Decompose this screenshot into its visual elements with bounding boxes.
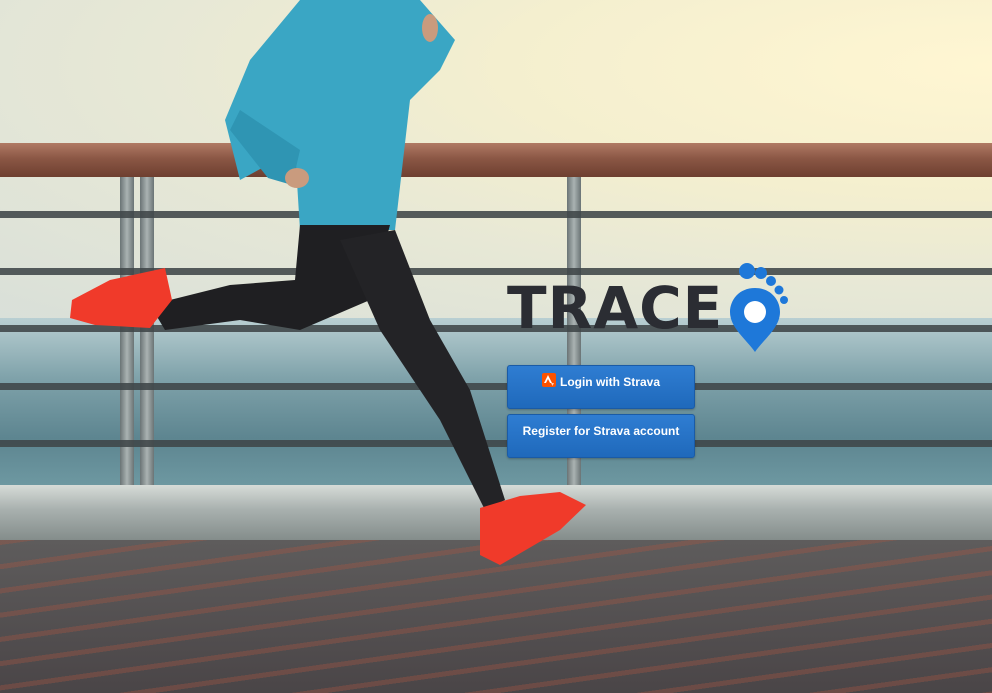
- login-with-strava-button[interactable]: Login with Strava: [507, 365, 695, 409]
- register-strava-button[interactable]: Register for Strava account: [507, 414, 695, 458]
- brand-name: TRACE: [507, 274, 724, 342]
- runner-figure: [70, 0, 586, 565]
- strava-icon: [541, 373, 556, 387]
- background-photo: [0, 0, 992, 693]
- login-button-label: Login with Strava: [559, 375, 660, 389]
- register-button-label: Register for Strava account: [522, 424, 680, 438]
- footprint-pin-icon: [730, 263, 788, 352]
- brand-logo: TRACE: [507, 262, 797, 354]
